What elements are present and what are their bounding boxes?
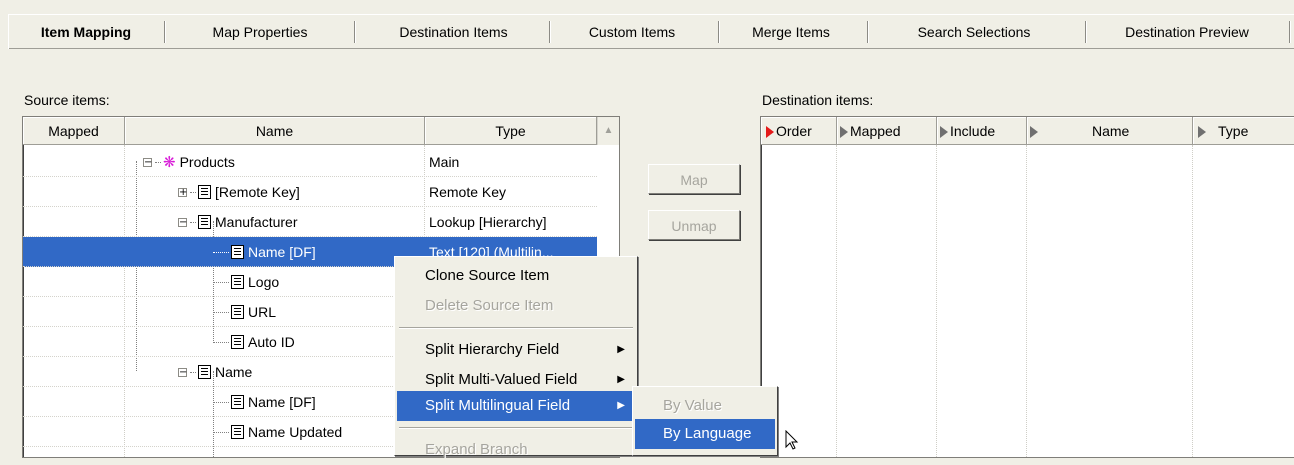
column-divider [836, 145, 837, 457]
column-header-type[interactable]: Type [1193, 117, 1294, 145]
column-divider [1192, 145, 1193, 457]
field-icon [231, 275, 244, 289]
tab-custom-items[interactable]: Custom Items [557, 17, 707, 47]
field-icon [231, 425, 244, 439]
field-icon [198, 215, 211, 229]
table-row[interactable]: − Manufacturer Lookup [Hierarchy] [23, 207, 597, 237]
mouse-cursor-icon [785, 430, 799, 450]
menu-item-expand-branch[interactable]: Expand Branch [397, 435, 635, 465]
expand-icon[interactable]: + [178, 187, 187, 197]
unmap-button[interactable]: Unmap [648, 210, 740, 240]
tab-separator [867, 21, 869, 43]
column-header-include[interactable]: Include [937, 117, 1027, 145]
tab-separator [354, 21, 356, 43]
submenu-arrow-icon: ▶ [617, 344, 625, 355]
tree-node: + [Remote Key] [178, 177, 300, 207]
item-name: Name [215, 364, 253, 380]
item-type: Remote Key [429, 184, 507, 200]
tree-node: Name [DF] [213, 237, 316, 267]
item-name: Products [179, 154, 235, 170]
item-name: [Remote Key] [215, 184, 300, 200]
column-divider [936, 145, 937, 457]
tree-node: − Manufacturer [178, 207, 297, 237]
tab-separator [1085, 21, 1087, 43]
field-icon [231, 395, 244, 409]
field-icon [231, 335, 244, 349]
column-header-type[interactable]: Type [425, 117, 597, 145]
item-type: Main [429, 154, 460, 170]
sort-icon [940, 126, 948, 139]
destination-items-label: Destination items: [762, 92, 874, 108]
item-name: Name [DF] [248, 394, 316, 410]
menu-separator [399, 427, 633, 429]
menu-separator [399, 327, 633, 329]
tree-node: − ❋ Products [143, 147, 235, 177]
collapse-icon[interactable]: − [178, 367, 187, 377]
products-icon: ❋ [163, 153, 176, 171]
table-row[interactable]: + [Remote Key] Remote Key [23, 177, 597, 207]
column-header-name[interactable]: Name [1027, 117, 1193, 145]
item-name: Name [DF] [248, 244, 316, 260]
tab-destination-preview[interactable]: Destination Preview [1089, 17, 1285, 47]
item-name: URL [248, 304, 277, 320]
menu-item-split-hierarchy-field[interactable]: Split Hierarchy Field ▶ [397, 335, 635, 365]
tree-node: Logo [213, 267, 279, 297]
table-row[interactable]: − ❋ Products Main [23, 147, 597, 177]
tree-node: − Name [178, 357, 252, 387]
column-header-mapped[interactable]: Mapped [837, 117, 937, 145]
sort-icon [766, 126, 774, 139]
column-header-mapped[interactable]: Mapped [23, 117, 125, 145]
map-button[interactable]: Map [648, 164, 740, 194]
column-header-name[interactable]: Name [125, 117, 425, 145]
tab-item-mapping[interactable]: Item Mapping [21, 17, 151, 47]
menu-item-by-value[interactable]: By Value [635, 391, 775, 421]
item-name: Manufacturer [215, 214, 298, 230]
field-icon [231, 305, 244, 319]
menu-item-delete-source-item[interactable]: Delete Source Item [397, 291, 635, 321]
item-name: Auto ID [248, 334, 295, 350]
collapse-icon[interactable]: − [178, 217, 187, 227]
tab-merge-items[interactable]: Merge Items [721, 17, 861, 47]
sort-icon [1198, 126, 1206, 139]
field-icon [231, 245, 244, 259]
tree-node: Auto ID [213, 327, 295, 357]
tab-separator [718, 21, 720, 43]
source-items-label: Source items: [24, 92, 110, 108]
menu-item-by-language[interactable]: By Language [635, 419, 775, 449]
collapse-icon[interactable]: − [143, 157, 152, 167]
tab-map-properties[interactable]: Map Properties [175, 17, 345, 47]
tab-destination-items[interactable]: Destination Items [361, 17, 546, 47]
menu-item-split-multilingual-field[interactable]: Split Multilingual Field ▶ [397, 391, 635, 421]
menu-item-clone-source-item[interactable]: Clone Source Item [397, 261, 635, 291]
tree-node: Name [DF] [213, 387, 316, 417]
tab-separator [549, 21, 551, 43]
scroll-up-button[interactable]: ▲ [597, 117, 619, 145]
tab-separator [164, 21, 166, 43]
tree-node: Name Updated [213, 417, 342, 447]
sort-icon [840, 126, 848, 139]
item-name: Name Updated [248, 424, 343, 440]
tab-search-selections[interactable]: Search Selections [871, 17, 1077, 47]
sort-icon [1030, 126, 1038, 139]
column-header-order[interactable]: Order [761, 117, 837, 145]
field-icon [198, 365, 211, 379]
tab-separator [1289, 21, 1291, 43]
context-menu: Clone Source Item Delete Source Item Spl… [394, 256, 638, 458]
column-divider [1026, 145, 1027, 457]
submenu-arrow-icon: ▶ [617, 400, 625, 411]
field-icon [198, 185, 211, 199]
item-name: Logo [248, 274, 280, 290]
item-type: Lookup [Hierarchy] [429, 214, 547, 230]
tab-strip: Item Mapping Map Properties Destination … [8, 14, 1294, 49]
tree-node: URL [213, 297, 276, 327]
split-multilingual-submenu: By Value By Language [632, 386, 778, 456]
destination-items-grid[interactable]: Order Mapped Include Name Type [760, 116, 1294, 458]
